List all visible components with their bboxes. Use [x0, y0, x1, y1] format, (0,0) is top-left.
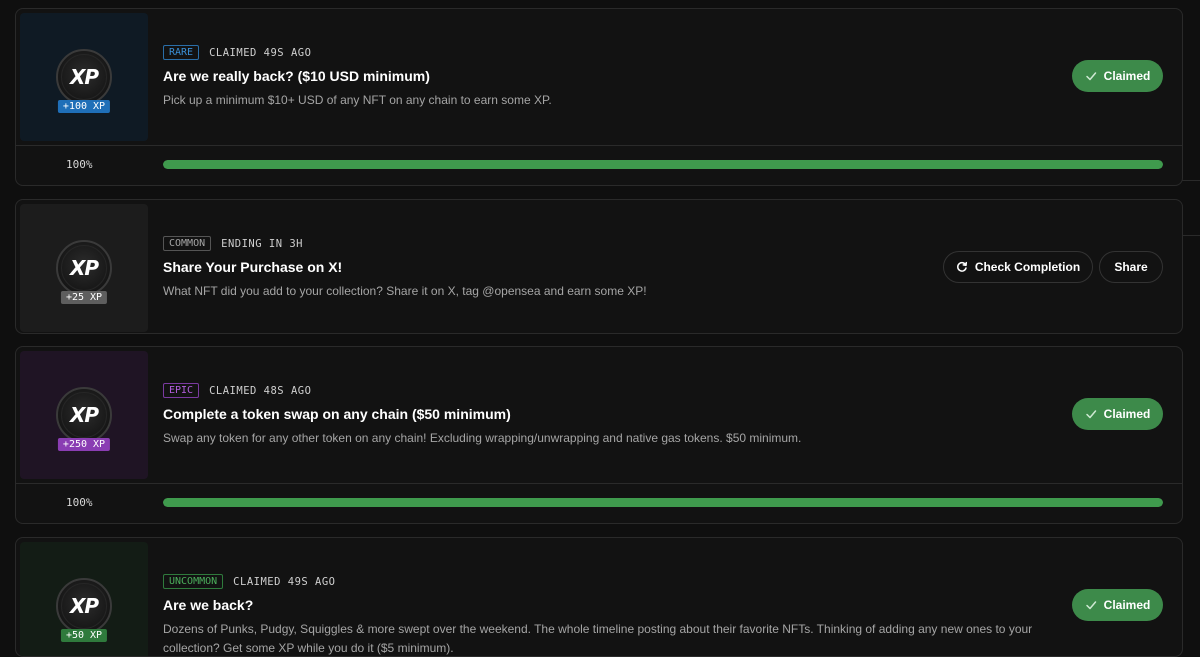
- quest-thumbnail: XP +250 XP: [20, 351, 148, 479]
- progress-percent: 100%: [66, 158, 93, 171]
- quest-thumbnail: XP +25 XP: [20, 204, 148, 332]
- quest-thumbnail: XP +100 XP: [20, 13, 148, 141]
- quest-description: What NFT did you add to your collection?…: [163, 284, 647, 298]
- xp-reward-badge: +50 XP: [60, 629, 108, 642]
- quest-description: Pick up a minimum $10+ USD of any NFT on…: [163, 93, 552, 107]
- xp-reward-badge: +25 XP: [60, 291, 108, 304]
- claimed-button[interactable]: Claimed: [1072, 60, 1163, 92]
- progress-bar: [163, 498, 1163, 507]
- progress-bar: [163, 160, 1163, 169]
- quest-card: XP +25 XP COMMON ENDING IN 3H Share Your…: [15, 199, 1183, 334]
- quest-card: XP +250 XP EPIC CLAIMED 48S AGO Complete…: [15, 346, 1183, 524]
- rarity-tag: RARE: [163, 45, 200, 60]
- quest-title: Are we really back? ($10 USD minimum): [163, 68, 430, 84]
- adjacent-panel-edge: [1182, 180, 1200, 181]
- quest-thumbnail: XP +50 XP: [20, 542, 148, 656]
- quest-card: XP +100 XP RARE CLAIMED 49S AGO Are we r…: [15, 8, 1183, 186]
- check-completion-button[interactable]: Check Completion: [943, 251, 1093, 283]
- quest-card: XP +50 XP UNCOMMON CLAIMED 49S AGO Are w…: [15, 537, 1183, 657]
- quest-description: Dozens of Punks, Pudgy, Squiggles & more…: [163, 622, 1033, 655]
- xp-coin-icon: XP: [56, 578, 112, 634]
- progress-percent: 100%: [66, 496, 93, 509]
- quest-description: Swap any token for any other token on an…: [163, 431, 802, 445]
- claim-status: CLAIMED 49S AGO: [233, 575, 336, 588]
- progress-row: 100%: [16, 483, 1182, 523]
- xp-coin-icon: XP: [56, 240, 112, 296]
- quest-title: Are we back?: [163, 597, 254, 613]
- share-button[interactable]: Share: [1099, 251, 1163, 283]
- rarity-tag: UNCOMMON: [163, 574, 224, 589]
- claim-status: CLAIMED 49S AGO: [209, 46, 312, 59]
- time-remaining: ENDING IN 3H: [221, 237, 303, 250]
- xp-coin-icon: XP: [56, 387, 112, 443]
- xp-reward-badge: +250 XP: [57, 438, 111, 451]
- quest-title: Share Your Purchase on X!: [163, 259, 343, 275]
- quest-title: Complete a token swap on any chain ($50 …: [163, 406, 511, 422]
- xp-reward-badge: +100 XP: [57, 100, 111, 113]
- rarity-tag: EPIC: [163, 383, 200, 398]
- progress-row: 100%: [16, 145, 1182, 185]
- check-icon: [1085, 601, 1096, 610]
- rarity-tag: COMMON: [163, 236, 212, 251]
- progress-fill: [163, 160, 1163, 169]
- adjacent-panel-edge: [1182, 235, 1200, 236]
- refresh-icon: [956, 261, 967, 272]
- check-icon: [1085, 410, 1096, 419]
- claim-status: CLAIMED 48S AGO: [209, 384, 312, 397]
- check-icon: [1085, 72, 1096, 81]
- claimed-button[interactable]: Claimed: [1072, 398, 1163, 430]
- xp-coin-icon: XP: [56, 49, 112, 105]
- progress-fill: [163, 498, 1163, 507]
- claimed-button[interactable]: Claimed: [1072, 589, 1163, 621]
